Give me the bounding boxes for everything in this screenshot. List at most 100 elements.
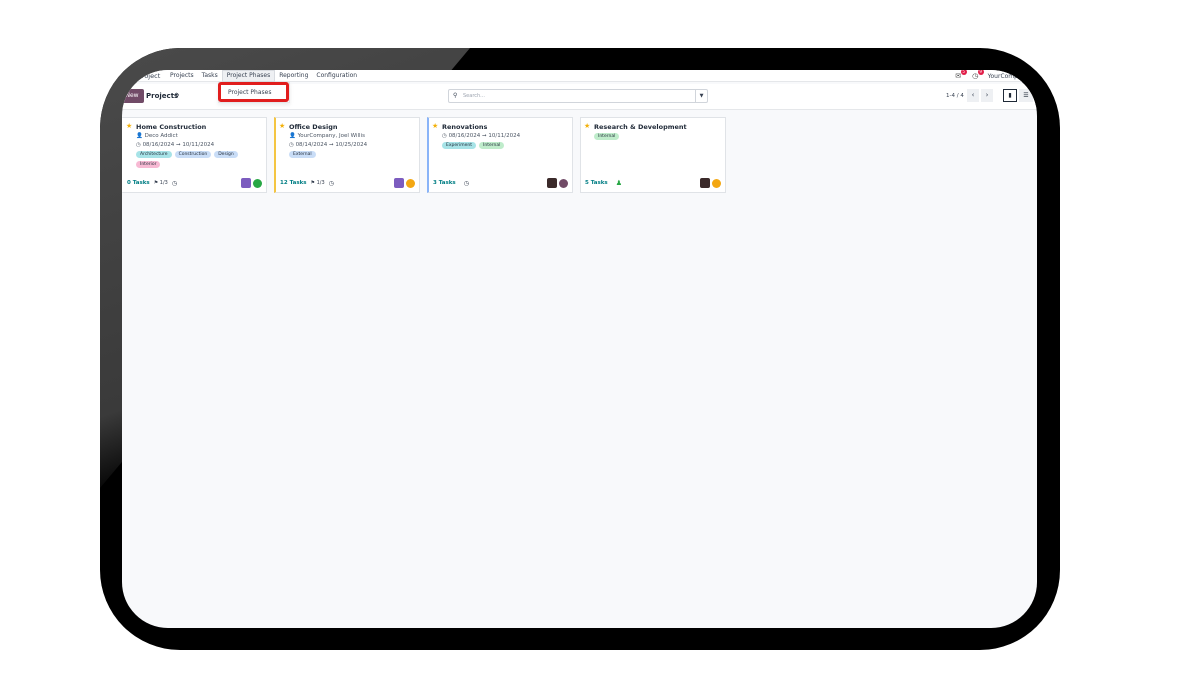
tasks-count-link[interactable]: 12 Tasks	[280, 180, 307, 186]
app-brand[interactable]: Project	[138, 72, 160, 80]
list-view-button[interactable]: ☰	[1019, 89, 1033, 102]
tasks-count-link[interactable]: 0 Tasks	[127, 180, 150, 186]
status-dot[interactable]	[712, 178, 721, 188]
status-dot[interactable]	[559, 178, 568, 188]
activity-clock-icon[interactable]: ◷	[464, 180, 469, 187]
milestone-progress: ⚑ 1/3	[154, 180, 168, 186]
project-name: Office Design	[289, 123, 338, 131]
project-name: Home Construction	[136, 123, 207, 131]
messages-badge: 5	[960, 70, 967, 75]
card-footer: 0 Tasks ⚑ 1/3 ◷	[127, 178, 177, 188]
status-dot[interactable]	[253, 178, 262, 188]
start-date: 08/14/2024	[295, 142, 328, 148]
tag: Experiment	[442, 142, 477, 149]
kanban-view-button[interactable]: ▮	[1003, 89, 1017, 102]
tasks-count-link[interactable]: 3 Tasks	[433, 180, 456, 186]
customer-name: YourCompany, Joel Willis	[297, 133, 365, 139]
project-customer: 👤 Deco Addict	[136, 133, 178, 139]
menu-tasks[interactable]: Tasks	[198, 70, 222, 82]
arrow-right-icon: ➞	[176, 142, 181, 148]
tag: External	[289, 151, 316, 158]
pager-next-button[interactable]: ›	[981, 89, 993, 102]
clock-icon: ◷	[442, 133, 447, 139]
customer-name: Deco Addict	[144, 133, 178, 139]
start-date: 08/16/2024	[142, 142, 175, 148]
flag-icon: ⚑	[153, 180, 159, 186]
card-avatars	[241, 178, 262, 188]
search-options-toggle[interactable]: ▼	[695, 90, 707, 102]
favorite-star-icon[interactable]: ★	[126, 122, 132, 130]
search-bar[interactable]: ⚲ Search... ▼	[448, 89, 708, 103]
top-navbar: Project Projects Tasks Project Phases Re…	[122, 70, 1037, 82]
tag-list: Architecture Construction Design Interio…	[136, 151, 264, 168]
collaborators-icon[interactable]: ♟	[616, 179, 622, 187]
status-dot[interactable]	[406, 178, 415, 188]
tag: Architecture	[136, 151, 172, 158]
card-footer: 3 Tasks ◷	[433, 178, 469, 188]
tag: Interior	[136, 161, 161, 168]
activity-clock-icon[interactable]: ◷ 9	[971, 70, 984, 80]
start-date: 08/16/2024	[448, 133, 481, 139]
search-placeholder: Search...	[463, 93, 485, 99]
end-date: 10/25/2024	[335, 142, 368, 148]
end-date: 10/11/2024	[182, 142, 215, 148]
tag: Design	[214, 151, 238, 158]
arrow-right-icon: ➞	[329, 142, 334, 148]
tag-list: Internal	[594, 133, 722, 140]
milestone-value: 1/3	[316, 180, 325, 186]
project-customer: 👤 YourCompany, Joel Willis	[289, 133, 365, 139]
activity-clock-icon[interactable]: ◷	[172, 180, 177, 187]
tag-list: External	[289, 151, 417, 158]
favorite-star-icon[interactable]: ★	[432, 122, 438, 130]
menu-project-phases[interactable]: Project Phases	[221, 70, 276, 82]
clock-icon: ◷	[136, 142, 141, 148]
project-dates: ◷ 08/16/2024 ➞ 10/11/2024	[442, 133, 520, 139]
avatar[interactable]	[241, 178, 251, 188]
favorite-star-icon[interactable]: ★	[279, 122, 285, 130]
navbar-systray: ✉ 5 ◷ 9 YourCompany	[954, 70, 1029, 82]
search-icon: ⚲	[453, 92, 458, 99]
menu-configuration[interactable]: Configuration	[312, 70, 361, 82]
pager-value[interactable]: 1-4 / 4	[946, 93, 964, 99]
card-avatars	[547, 178, 568, 188]
card-footer: 12 Tasks ⚑ 1/3 ◷	[280, 178, 334, 188]
milestone-progress: ⚑ 1/3	[311, 180, 325, 186]
pager-previous-button[interactable]: ‹	[967, 89, 979, 102]
tasks-count-link[interactable]: 5 Tasks	[585, 180, 608, 186]
menu-reporting[interactable]: Reporting	[275, 70, 312, 82]
company-switcher[interactable]: YourCompany	[988, 73, 1029, 80]
avatar[interactable]	[547, 178, 557, 188]
tag-list: Experiment Internal	[442, 142, 570, 149]
app-screen: Project Projects Tasks Project Phases Re…	[122, 70, 1037, 628]
arrow-right-icon: ➞	[482, 133, 487, 139]
tag: Internal	[479, 142, 505, 149]
project-card-research-development[interactable]: ★ Research & Development Internal 5 Task…	[580, 117, 726, 193]
milestone-value: 1/3	[159, 180, 168, 186]
avatar[interactable]	[394, 178, 404, 188]
highlight-box	[218, 82, 289, 102]
project-name: Renovations	[442, 123, 488, 131]
main-menu: Projects Tasks Project Phases Reporting …	[166, 70, 361, 82]
project-card-renovations[interactable]: ★ Renovations ◷ 08/16/2024 ➞ 10/11/2024 …	[427, 117, 573, 193]
card-avatars	[700, 178, 721, 188]
person-icon: 👤	[136, 133, 143, 139]
flag-icon: ⚑	[310, 180, 316, 186]
tag: Internal	[594, 133, 620, 140]
clock-icon: ◷	[289, 142, 294, 148]
device-frame: Project Projects Tasks Project Phases Re…	[100, 48, 1060, 650]
person-icon: 👤	[289, 133, 296, 139]
project-dates: ◷ 08/16/2024 ➞ 10/11/2024	[136, 142, 214, 148]
project-card-home-construction[interactable]: ★ Home Construction 👤 Deco Addict ◷ 08/1…	[122, 117, 267, 193]
tag: Construction	[174, 151, 212, 158]
new-button[interactable]: New	[122, 89, 144, 103]
menu-projects[interactable]: Projects	[166, 70, 198, 82]
chat-icon[interactable]: ✉ 5	[954, 70, 967, 80]
project-name: Research & Development	[594, 123, 687, 131]
favorite-star-icon[interactable]: ★	[584, 122, 590, 130]
project-dates: ◷ 08/14/2024 ➞ 10/25/2024	[289, 142, 367, 148]
activity-clock-icon[interactable]: ◷	[329, 180, 334, 187]
gear-icon[interactable]: ⚙	[174, 92, 179, 99]
end-date: 10/11/2024	[488, 133, 521, 139]
project-card-office-design[interactable]: ★ Office Design 👤 YourCompany, Joel Will…	[274, 117, 420, 193]
avatar[interactable]	[700, 178, 710, 188]
